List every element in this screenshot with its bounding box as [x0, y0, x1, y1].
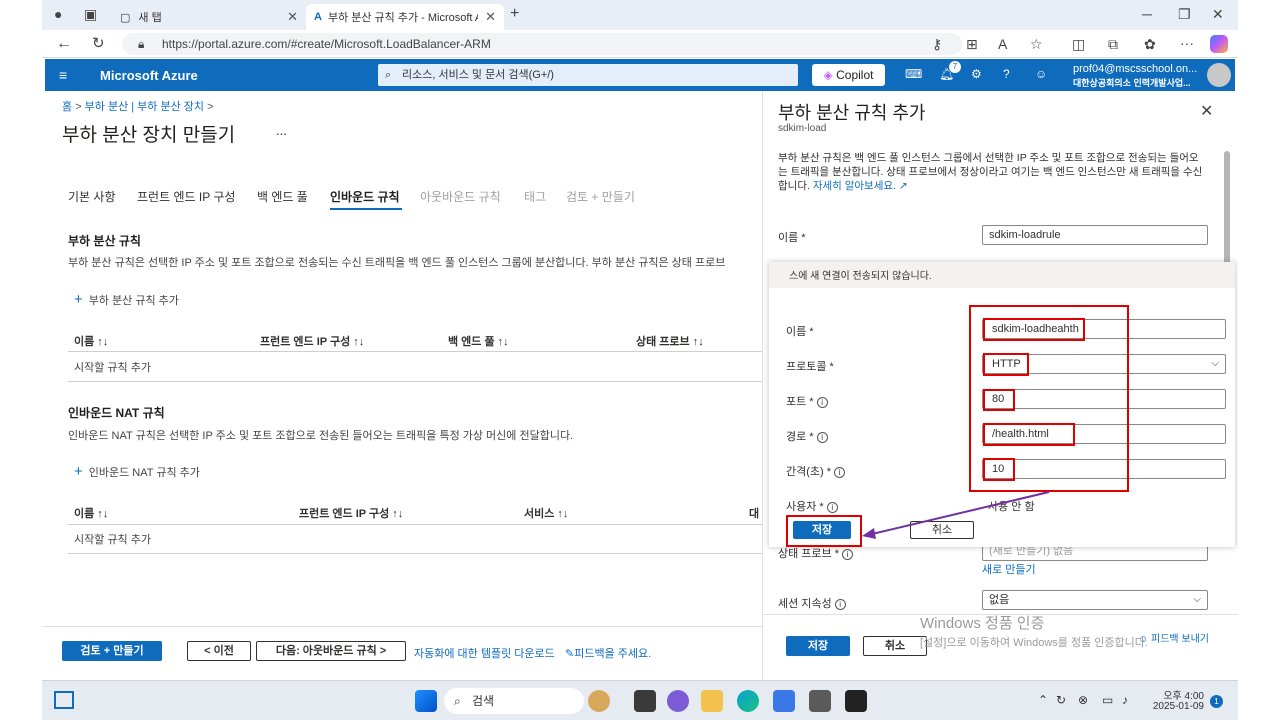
task-view-icon[interactable] — [634, 690, 656, 712]
terminal-icon[interactable] — [845, 690, 867, 712]
network-icon[interactable]: ▭ — [1102, 693, 1113, 707]
screen: ● ▣ ▢ 새 탭 ✕ A 부하 분산 규칙 추가 - Microsoft A … — [42, 0, 1238, 720]
teams-chat-icon[interactable] — [667, 690, 689, 712]
no-entry-icon[interactable]: ⊗ — [1078, 693, 1088, 707]
widgets-icon[interactable] — [54, 691, 74, 709]
activation-watermark-text: [설정]으로 이동하여 Windows를 정품 인증합니다. — [920, 637, 1148, 649]
windows-taskbar: ⌕ 검색 ⌃ ↻ ⊗ ▭ ♪ 오후 4:00 2025-01-09 1 — [42, 680, 1238, 720]
snipping-tool-icon[interactable] — [809, 690, 831, 712]
store-icon[interactable] — [773, 690, 795, 712]
volume-icon[interactable]: ♪ — [1122, 693, 1128, 707]
tray-chevron-icon[interactable]: ⌃ — [1038, 693, 1048, 707]
activation-watermark-title: Windows 정품 인증 — [920, 615, 1045, 632]
file-explorer-icon[interactable] — [701, 690, 723, 712]
sync-icon[interactable]: ↻ — [1056, 693, 1066, 707]
clock-date[interactable]: 2025-01-09 — [1144, 701, 1204, 712]
edge-icon[interactable] — [737, 690, 759, 712]
search-highlight-icon — [588, 690, 610, 712]
annotation-arrow — [862, 491, 1050, 539]
search-icon: ⌕ — [454, 694, 461, 708]
notification-center-badge[interactable]: 1 — [1210, 695, 1223, 708]
start-icon[interactable] — [415, 690, 437, 712]
taskbar-search[interactable]: ⌕ 검색 — [444, 688, 584, 714]
clock-time[interactable]: 오후 4:00 — [1154, 687, 1204, 702]
